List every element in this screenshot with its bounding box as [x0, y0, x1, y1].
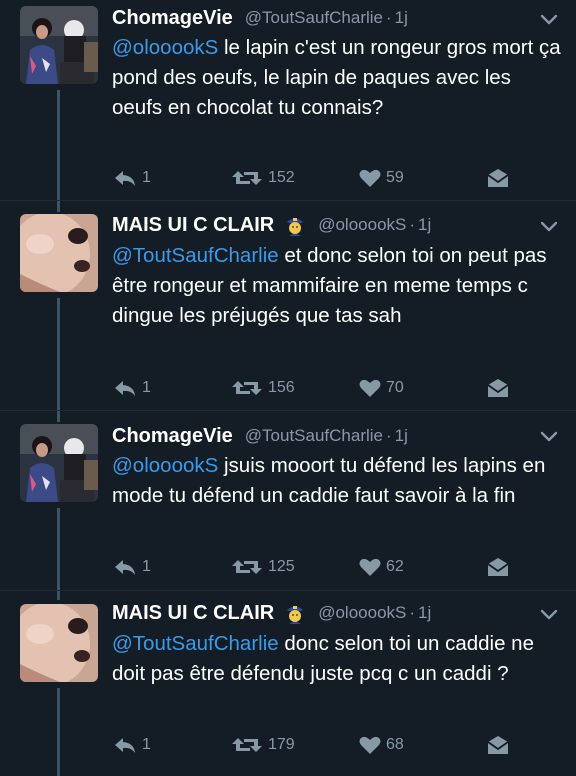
- tweet-actions: 1 125 62: [112, 554, 532, 580]
- like-count: 62: [386, 558, 404, 575]
- message-button[interactable]: [484, 554, 512, 580]
- tweet-header: ChomageVie @ToutSaufCharlie · 1j: [112, 421, 408, 451]
- separator-dot: ·: [386, 426, 392, 445]
- heart-icon: [359, 736, 381, 754]
- tweet-text: @ToutSaufCharlie donc selon toi un caddi…: [112, 629, 562, 689]
- reply-count: 1: [142, 558, 151, 575]
- tweet[interactable]: MAIS UI C CLAIR @olooookS · 1j @ToutSauf…: [0, 201, 576, 409]
- like-button[interactable]: 68: [358, 732, 404, 758]
- reply-button[interactable]: 1: [112, 554, 151, 580]
- like-count: 70: [386, 379, 404, 396]
- retweet-count: 156: [268, 379, 295, 396]
- avatar[interactable]: [20, 424, 98, 502]
- display-name[interactable]: MAIS UI C CLAIR: [112, 214, 274, 237]
- reply-icon: [115, 560, 135, 575]
- chevron-down-icon[interactable]: [538, 219, 560, 235]
- tweet-thread: ChomageVie @ToutSaufCharlie · 1j @oloooo…: [0, 0, 576, 776]
- retweet-icon: [232, 738, 262, 752]
- separator-dot: ·: [409, 215, 416, 234]
- reply-count: 1: [142, 379, 151, 396]
- mention-link[interactable]: @ToutSaufCharlie: [112, 632, 279, 655]
- heart-icon: [359, 379, 381, 397]
- chevron-down-icon[interactable]: [538, 429, 560, 445]
- tweet-text: @olooookS le lapin c'est un rongeur gros…: [112, 33, 562, 123]
- heart-icon: [359, 169, 381, 187]
- retweet-count: 125: [268, 558, 295, 575]
- display-name[interactable]: MAIS UI C CLAIR: [112, 602, 274, 625]
- retweet-button[interactable]: 125: [230, 554, 295, 580]
- message-icon: [487, 558, 509, 576]
- retweet-icon: [232, 171, 262, 185]
- like-count: 59: [386, 169, 404, 186]
- user-handle[interactable]: @ToutSaufCharlie: [245, 8, 383, 28]
- reply-icon: [115, 738, 135, 753]
- reply-icon: [115, 171, 135, 186]
- reply-count: 1: [142, 736, 151, 753]
- timestamp[interactable]: 1j: [395, 426, 408, 446]
- tweet-actions: 1 156 70: [112, 375, 532, 401]
- like-button[interactable]: 70: [358, 375, 404, 401]
- timestamp[interactable]: 1j: [418, 603, 431, 623]
- tweet[interactable]: ChomageVie @ToutSaufCharlie · 1j @oloooo…: [0, 411, 576, 589]
- avatar[interactable]: [20, 214, 98, 292]
- user-handle[interactable]: @olooookS: [318, 215, 406, 235]
- message-icon: [487, 379, 509, 397]
- tweet-actions: 1 179 68: [112, 732, 532, 758]
- display-name[interactable]: ChomageVie: [112, 425, 233, 448]
- retweet-icon: [232, 381, 262, 395]
- separator-dot: ·: [386, 8, 392, 27]
- retweet-button[interactable]: 179: [230, 732, 295, 758]
- separator-dot: ·: [409, 603, 416, 622]
- tweet-actions: 1 152 59: [112, 165, 532, 191]
- tweet-header: MAIS UI C CLAIR @olooookS · 1j: [112, 598, 431, 628]
- avatar[interactable]: [20, 6, 98, 84]
- chevron-down-icon[interactable]: [538, 607, 560, 623]
- like-button[interactable]: 59: [358, 165, 404, 191]
- message-icon: [487, 736, 509, 754]
- message-button[interactable]: [484, 375, 512, 401]
- reply-button[interactable]: 1: [112, 165, 151, 191]
- tweet-header: MAIS UI C CLAIR @olooookS · 1j: [112, 210, 431, 240]
- like-count: 68: [386, 736, 404, 753]
- retweet-button[interactable]: 156: [230, 375, 295, 401]
- reply-icon: [115, 381, 135, 396]
- reply-button[interactable]: 1: [112, 375, 151, 401]
- retweet-button[interactable]: 152: [230, 165, 295, 191]
- timestamp[interactable]: 1j: [418, 215, 431, 235]
- police-officer-emoji-icon: [287, 218, 304, 236]
- police-officer-emoji-icon: [287, 606, 304, 624]
- heart-icon: [359, 558, 381, 576]
- like-button[interactable]: 62: [358, 554, 404, 580]
- mention-link[interactable]: @ToutSaufCharlie: [112, 244, 279, 267]
- display-name[interactable]: ChomageVie: [112, 7, 233, 30]
- tweet-text: @olooookS jsuis mooort tu défend les lap…: [112, 451, 562, 511]
- tweet-header: ChomageVie @ToutSaufCharlie · 1j: [112, 3, 408, 33]
- message-button[interactable]: [484, 165, 512, 191]
- user-handle[interactable]: @ToutSaufCharlie: [245, 426, 383, 446]
- message-button[interactable]: [484, 732, 512, 758]
- timestamp[interactable]: 1j: [395, 8, 408, 28]
- retweet-count: 179: [268, 736, 295, 753]
- retweet-count: 152: [268, 169, 295, 186]
- reply-button[interactable]: 1: [112, 732, 151, 758]
- tweet[interactable]: MAIS UI C CLAIR @olooookS · 1j @ToutSauf…: [0, 591, 576, 776]
- mention-link[interactable]: @olooookS: [112, 454, 218, 477]
- message-icon: [487, 169, 509, 187]
- tweet-text: @ToutSaufCharlie et donc selon toi on pe…: [112, 241, 562, 331]
- avatar[interactable]: [20, 604, 98, 682]
- chevron-down-icon[interactable]: [538, 12, 560, 28]
- user-handle[interactable]: @olooookS: [318, 603, 406, 623]
- reply-count: 1: [142, 169, 151, 186]
- mention-link[interactable]: @olooookS: [112, 36, 218, 59]
- retweet-icon: [232, 560, 262, 574]
- tweet[interactable]: ChomageVie @ToutSaufCharlie · 1j @oloooo…: [0, 0, 576, 200]
